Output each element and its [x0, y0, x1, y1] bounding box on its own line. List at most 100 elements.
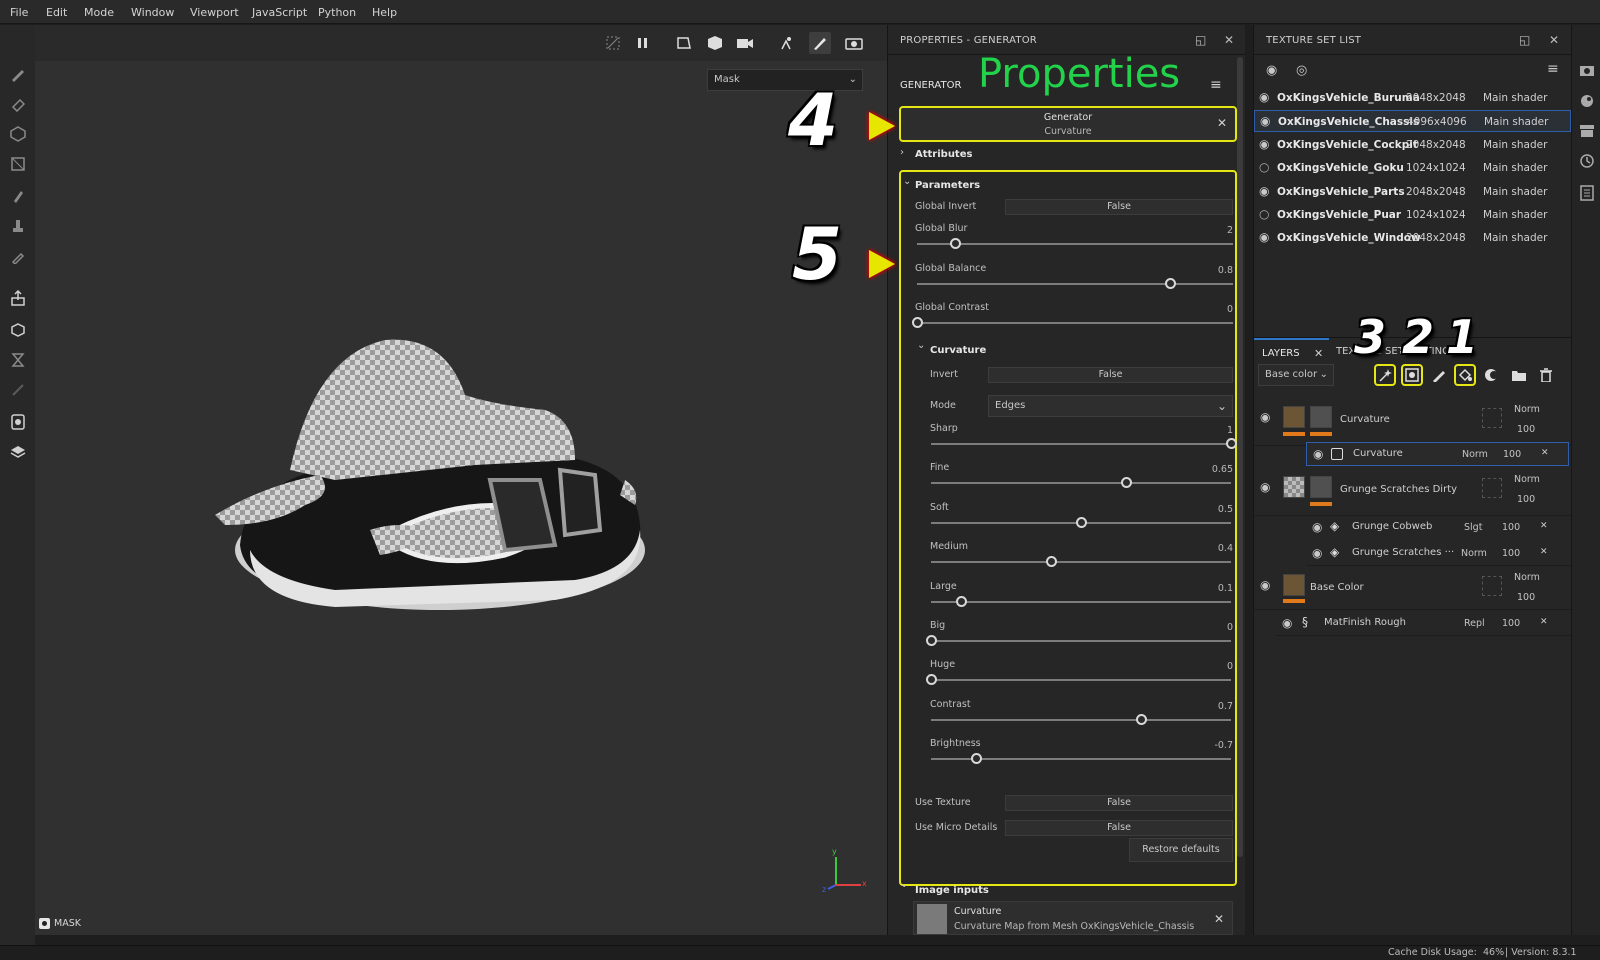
link-icon[interactable] — [9, 381, 27, 399]
history-icon[interactable] — [1579, 153, 1595, 169]
add-paint-layer-icon[interactable] — [1428, 364, 1450, 386]
layer-row[interactable]: ◉ Grunge Scratches Dirty Norm 100 — [1254, 466, 1571, 516]
layer-blend-mode[interactable]: Slgt — [1464, 522, 1482, 533]
layer-blend-mode[interactable]: Norm — [1514, 404, 1540, 415]
maximize-icon[interactable]: ◱ — [1519, 33, 1531, 47]
texture-set-row[interactable]: ◉ OxKingsVehicle_Parts 2048x2048 Main sh… — [1254, 181, 1571, 203]
chevron-right-icon[interactable]: › — [900, 147, 904, 158]
close-icon[interactable]: ✕ — [1549, 33, 1559, 47]
remove-generator-icon[interactable]: ✕ — [1217, 116, 1227, 130]
slider-track[interactable] — [917, 243, 1233, 245]
slider-knob[interactable] — [1121, 477, 1132, 488]
pause-icon[interactable] — [632, 32, 654, 54]
mode-select[interactable]: Edges ⌄ — [988, 395, 1233, 417]
close-icon[interactable]: ✕ — [1540, 617, 1548, 627]
slider-track[interactable] — [931, 561, 1231, 563]
parameters-section[interactable]: Parameters — [915, 180, 980, 191]
texture-set-row[interactable]: ○ OxKingsVehicle_Puar 1024x1024 Main sha… — [1254, 204, 1571, 226]
layer-opacity[interactable]: 100 — [1502, 618, 1520, 629]
layer-row[interactable]: ◉ ◈ Grunge Scratches ··· Norm 100 ✕ — [1306, 540, 1571, 566]
eye-icon[interactable]: ◉ — [1259, 230, 1269, 244]
slider-knob[interactable] — [1136, 714, 1147, 725]
shader-settings-icon[interactable] — [1579, 93, 1595, 109]
slider-track[interactable] — [931, 679, 1231, 681]
layer-opacity[interactable]: 100 — [1517, 592, 1535, 603]
slider-value[interactable]: 0.5 — [1188, 504, 1233, 515]
slider-track[interactable] — [931, 601, 1231, 603]
menu-mode[interactable]: Mode — [84, 6, 114, 19]
screenshot-camera-icon[interactable] — [843, 32, 865, 54]
texture-set-row[interactable]: ◉ OxKingsVehicle_Chassis 4096x4096 Main … — [1254, 110, 1571, 133]
baking-queue-icon[interactable] — [9, 351, 27, 369]
export-icon[interactable] — [9, 289, 27, 307]
menu-lines-icon[interactable]: ≡ — [1547, 61, 1559, 77]
image-inputs-section[interactable]: Image inputs — [915, 885, 989, 896]
chevron-down-icon[interactable]: ⌄ — [903, 176, 911, 187]
viewport-3d[interactable]: y x z MASK — [35, 25, 887, 935]
slider-value[interactable]: 0.65 — [1188, 464, 1233, 475]
display-settings-icon[interactable] — [1579, 63, 1595, 79]
slider-knob[interactable] — [949, 238, 961, 249]
slider-knob[interactable] — [971, 753, 982, 764]
layer-opacity[interactable]: 100 — [1517, 424, 1535, 435]
layer-row[interactable]: ◉ ◈ Grunge Cobweb Slgt 100 ✕ — [1306, 514, 1571, 540]
layer-opacity[interactable]: 100 — [1502, 548, 1520, 559]
close-icon[interactable]: ✕ — [1540, 521, 1548, 531]
chevron-down-icon[interactable]: ⌄ — [917, 340, 925, 351]
slider-knob[interactable] — [1046, 556, 1057, 567]
maximize-icon[interactable]: ◱ — [1195, 33, 1207, 47]
slider-track[interactable] — [931, 443, 1231, 445]
slider-value[interactable]: 0 — [1188, 304, 1233, 315]
add-generator-icon[interactable] — [1374, 364, 1396, 386]
image-input-slot[interactable]: Curvature Curvature Map from Mesh OxKing… — [913, 901, 1233, 935]
layer-blend-mode[interactable]: Norm — [1461, 548, 1487, 559]
layer-channel-select[interactable]: Base color ⌄ — [1258, 364, 1334, 386]
add-fill-layer-icon[interactable] — [1454, 364, 1476, 386]
menu-file[interactable]: File — [10, 6, 28, 19]
hide-icon[interactable] — [602, 32, 624, 54]
chevron-down-icon[interactable]: ⌄ — [900, 879, 908, 890]
menu-python[interactable]: Python — [318, 6, 356, 19]
delete-layer-icon[interactable] — [1535, 364, 1557, 386]
slider-knob[interactable] — [1164, 278, 1176, 289]
bake-icon[interactable] — [9, 321, 27, 339]
slider-knob[interactable] — [912, 317, 923, 328]
slider-track[interactable] — [917, 283, 1233, 285]
layer-blend-mode[interactable]: Norm — [1514, 572, 1540, 583]
layer-opacity[interactable]: 100 — [1503, 449, 1521, 460]
menu-window[interactable]: Window — [131, 6, 174, 19]
slider-knob[interactable] — [926, 635, 937, 646]
camera-icon[interactable] — [734, 32, 756, 54]
slider-knob[interactable] — [1076, 517, 1087, 528]
eye-icon[interactable]: ◉ — [1260, 410, 1270, 424]
eye-icon[interactable]: ◉ — [1282, 616, 1292, 630]
properties-scrollbar[interactable] — [1237, 57, 1243, 857]
eraser-icon[interactable] — [9, 95, 27, 113]
layer-blend-mode[interactable]: Norm — [1462, 449, 1488, 460]
slider-track[interactable] — [931, 719, 1231, 721]
eye-icon[interactable]: ◉ — [1312, 520, 1322, 534]
add-folder-icon[interactable] — [1508, 364, 1530, 386]
eye-icon[interactable]: ◉ — [1259, 184, 1269, 198]
close-icon[interactable]: ✕ — [1314, 347, 1323, 360]
menu-lines-icon[interactable]: ≡ — [1210, 77, 1222, 93]
layer-row[interactable]: ◉ Base Color Norm 100 — [1254, 566, 1571, 610]
iray-icon[interactable] — [9, 413, 27, 431]
generator-card[interactable]: Generator Curvature ✕ — [899, 106, 1237, 142]
eye-icon[interactable]: ◉ — [1260, 480, 1270, 494]
paint-mode-icon[interactable] — [809, 32, 831, 54]
shelf-icon[interactable] — [9, 443, 27, 461]
add-effect-icon[interactable] — [1481, 364, 1503, 386]
eye-icon[interactable]: ◉ — [1260, 114, 1270, 128]
eye-hidden-icon[interactable]: ○ — [1259, 207, 1269, 221]
slider-value[interactable]: 2 — [1188, 225, 1233, 236]
layer-opacity[interactable]: 100 — [1517, 494, 1535, 505]
eye-hidden-icon[interactable]: ○ — [1259, 160, 1269, 174]
archive-icon[interactable] — [1579, 123, 1595, 139]
attributes-section[interactable]: Attributes — [915, 149, 972, 160]
menu-help[interactable]: Help — [372, 6, 397, 19]
add-mask-icon[interactable] — [1401, 364, 1423, 386]
log-icon[interactable] — [1579, 185, 1595, 201]
restore-defaults-button[interactable]: Restore defaults — [1129, 838, 1233, 862]
invert-toggle[interactable]: False — [988, 367, 1233, 383]
